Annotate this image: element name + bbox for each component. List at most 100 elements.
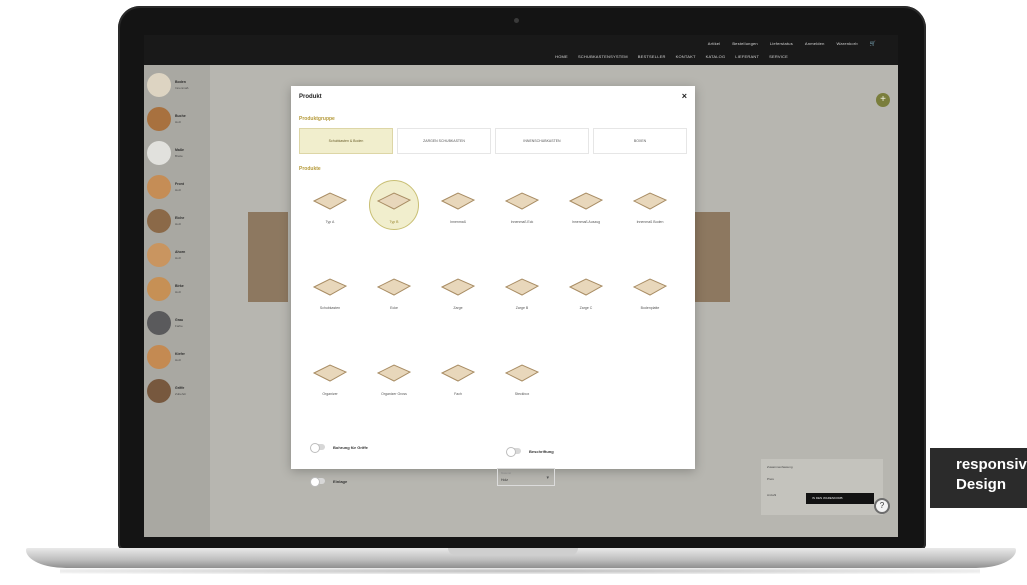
sidebar-item-sub: Innenmaß [175, 86, 189, 90]
product-tile[interactable]: Typ A [301, 180, 359, 242]
modal-title: Produkt [299, 94, 322, 100]
wood-swatch-icon [147, 175, 171, 199]
drawer-preview-right [694, 212, 730, 302]
product-group-tabs: Schubkasten & Boden ZARGEN SCHUBKASTEN I… [299, 128, 687, 154]
product-tile[interactable]: Schubkasten [301, 266, 359, 328]
select-value: Holz [501, 478, 509, 482]
help-button[interactable]: ? [874, 498, 890, 514]
color-swatch-icon [147, 311, 171, 335]
product-tile[interactable]: Steckbox [493, 352, 551, 414]
nav-item-login[interactable]: Anmelden [805, 41, 825, 47]
sidebar-item-title: Buche [175, 114, 186, 118]
sidebar-item-ahorn[interactable]: Ahorn Holz [147, 241, 209, 269]
sidebar-item-sub: Holz [175, 188, 182, 192]
app-screen: Artikel Bestellungen Lieferstatus Anmeld… [144, 35, 898, 537]
toggle-switch[interactable] [506, 447, 521, 457]
product-tile[interactable]: Innenmaß [429, 180, 487, 242]
nav-item-contact[interactable]: KONTAKT [676, 54, 696, 59]
nav-item-orders[interactable]: Bestellungen [732, 41, 758, 47]
product-label: Innenmaß Auszug [571, 220, 601, 224]
drawer-icon [440, 192, 476, 210]
drawer-icon [312, 192, 348, 210]
nav-item-home[interactable]: HOME [555, 54, 568, 59]
nav-item-service[interactable]: SERVICE [769, 54, 788, 59]
sidebar-item-front[interactable]: Front Holz [147, 173, 209, 201]
nav-item-cart[interactable]: Warenkorb [837, 41, 858, 47]
product-label: Steckbox [514, 392, 530, 396]
tab-group-3[interactable]: INNENSCHUBKASTEN [495, 128, 589, 154]
product-label: Ecke [390, 306, 398, 310]
product-label: Innenmaß Boden [636, 220, 664, 224]
sidebar-item-birke[interactable]: Birke Holz [147, 275, 209, 303]
tab-group-2[interactable]: ZARGEN SCHUBKASTEN [397, 128, 491, 154]
product-label: Zarge [453, 306, 463, 310]
sidebar-item-kiefer[interactable]: Kiefer Holz [147, 343, 209, 371]
select-label: Material [501, 471, 511, 475]
toggle-row-3: Einlage [310, 477, 348, 487]
drawer-icon [504, 364, 540, 382]
laptop-shadow [60, 568, 980, 574]
add-button[interactable]: + [876, 93, 890, 107]
product-label: Typ A [325, 220, 335, 224]
sidebar-item-sub: Zubehör [175, 392, 187, 396]
product-tile[interactable]: Typ B [365, 180, 423, 242]
product-modal: Produkt × Produktgruppe Schubkasten & Bo… [291, 86, 695, 487]
cart-icon[interactable]: 🛒 [870, 41, 876, 47]
drawer-icon [440, 278, 476, 296]
product-tile[interactable]: Innenmaß Eck [493, 180, 551, 242]
sidebar-item-buche[interactable]: Buche Holz [147, 105, 209, 133]
camera-dot [514, 18, 519, 23]
toggle-label: Einlage [333, 478, 348, 484]
product-tile[interactable]: Innenmaß Boden [621, 180, 679, 242]
toggle-switch[interactable] [310, 477, 325, 487]
material-select[interactable]: Material Holz ▾ [497, 468, 555, 486]
product-label: Bodenplatte [640, 306, 660, 310]
toggle-label: Bohrung für Griffe [333, 444, 368, 450]
nav-item-article[interactable]: Artikel [708, 41, 721, 47]
product-label: Innenmaß Eck [510, 220, 534, 224]
product-tile[interactable]: Fach [429, 352, 487, 414]
drawer-icon [632, 278, 668, 296]
toggle-switch[interactable] [310, 443, 325, 453]
sidebar-item-griffe[interactable]: Griffe Zubehör [147, 377, 209, 405]
nav-item-catalog[interactable]: KATALOG [706, 54, 726, 59]
sidebar-item-title: Griffe [175, 386, 185, 390]
product-tile[interactable]: Organizer Gross [365, 352, 423, 414]
product-tile[interactable]: Zarge B [493, 266, 551, 328]
sidebar-item-eiche[interactable]: Eiche Holz [147, 207, 209, 235]
product-label: Schubkasten [319, 306, 341, 310]
product-tile[interactable]: Ecke [365, 266, 423, 328]
drawer-icon [504, 278, 540, 296]
add-to-cart-button[interactable]: IN DEN WARENKORB [806, 493, 874, 504]
product-label: Organizer [322, 392, 338, 396]
sidebar-item-title: Eiche [175, 216, 185, 220]
nav-item-system[interactable]: SCHUBKASTENSYSTEM [578, 54, 628, 59]
sidebar-item-grau[interactable]: Grau Farbe [147, 309, 209, 337]
toggle-label: Beschriftung [529, 448, 554, 454]
nav-item-supplier[interactable]: LIEFERANT [735, 54, 759, 59]
close-icon[interactable]: × [682, 91, 687, 101]
product-label: Fach [454, 392, 462, 396]
sidebar-item-boden[interactable]: Boden Innenmaß [147, 71, 209, 99]
badge-line-1: responsive [956, 456, 1027, 473]
product-tile[interactable]: Zarge [429, 266, 487, 328]
options-sidebar: Boden Innenmaß Buche Holz Maße Breite Front… [144, 65, 210, 537]
tab-group-4[interactable]: BOXEN [593, 128, 687, 154]
sidebar-item-masse[interactable]: Maße Breite [147, 139, 209, 167]
sidebar-item-sub: Holz [175, 358, 182, 362]
nav-item-bestseller[interactable]: BESTSELLER [638, 54, 666, 59]
badge-line-2: Design [956, 476, 1007, 493]
product-tile[interactable]: Organizer [301, 352, 359, 414]
toggle-row-2: Beschriftung [506, 447, 554, 457]
sidebar-item-sub: Holz [175, 256, 182, 260]
nav-item-delivery[interactable]: Lieferstatus [770, 41, 793, 47]
sidebar-item-title: Front [175, 182, 184, 186]
product-tile[interactable]: Zarge C [557, 266, 615, 328]
dimensions-icon [147, 141, 171, 165]
drawer-icon [312, 278, 348, 296]
primary-nav: Artikel Bestellungen Lieferstatus Anmeld… [708, 41, 876, 47]
tab-group-1[interactable]: Schubkasten & Boden [299, 128, 393, 154]
product-tile[interactable]: Innenmaß Auszug [557, 180, 615, 242]
product-tile[interactable]: Bodenplatte [621, 266, 679, 328]
order-title: Zusammenfassung [767, 465, 793, 469]
